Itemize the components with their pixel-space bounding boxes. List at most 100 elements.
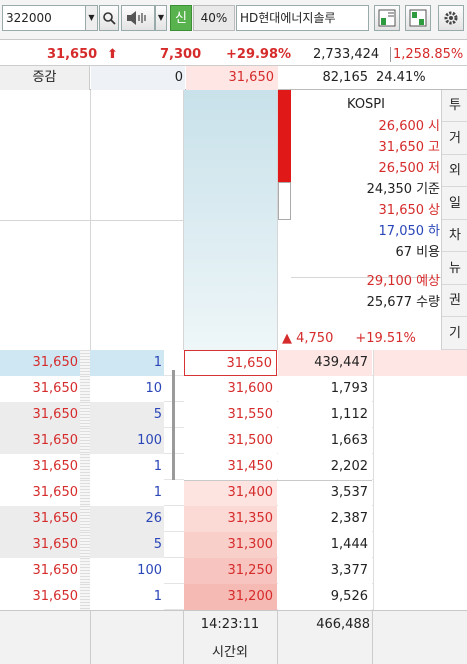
footer: 14:23:11 시간외 466,488 (0, 610, 467, 664)
scroll-strip (80, 376, 90, 402)
orderbook-row[interactable]: 31,650 1 31,650 439,447 (0, 350, 467, 376)
bid-extra-cell (373, 558, 467, 584)
bid-extra-cell (373, 428, 467, 454)
orderbook-row[interactable]: 31,650 100 31,250 3,377 (0, 558, 467, 584)
orderbook-row[interactable]: 31,650 5 31,300 1,444 (0, 532, 467, 558)
bid-quantity: 1,444 (278, 532, 372, 558)
trade-price: 31,650 (0, 480, 80, 506)
bid-price[interactable]: 31,350 (184, 506, 277, 532)
total-bid-volume: 466,488 (316, 617, 370, 632)
bid-quantity: 2,387 (278, 506, 372, 532)
orderbook-row[interactable]: 31,650 1 31,400 3,537 (0, 480, 467, 506)
trade-price: 31,650 (0, 428, 80, 454)
info-row: 26,500 저 (379, 158, 440, 180)
side-tab-4[interactable]: 차 (442, 220, 467, 252)
trade-quantity: 5 (90, 532, 164, 558)
scroll-strip (80, 350, 90, 376)
market-label: KOSPI (347, 97, 385, 112)
gear-icon[interactable] (438, 5, 464, 31)
trade-quantity: 1 (90, 480, 164, 506)
session-button[interactable]: 시간외 (184, 641, 276, 660)
trade-quantity: 26 (90, 506, 164, 532)
orderbook-row[interactable]: 31,650 5 31,550 1,112 (0, 402, 467, 428)
price-change: 7,300 (160, 47, 202, 62)
bid-price[interactable]: 31,400 (184, 480, 277, 506)
expected-change-percent: +19.51% (355, 331, 416, 346)
trade-quantity: 1 (90, 584, 164, 610)
trade-quantity: 100 (90, 558, 164, 584)
search-icon[interactable] (99, 5, 119, 31)
info-label: 고 (428, 140, 440, 155)
new-listing-badge[interactable]: 신 (170, 5, 192, 31)
bid-price[interactable]: 31,200 (184, 584, 277, 610)
side-tab-bar: 투거외일차뉴권기 (441, 90, 467, 350)
side-tab-7[interactable]: 기 (442, 318, 467, 350)
bid-quantity: 9,526 (278, 584, 372, 610)
info-value: 31,650 (378, 203, 425, 218)
orderbook-row[interactable]: 31,650 26 31,350 2,387 (0, 506, 467, 532)
info-label: 상 (428, 203, 440, 218)
info-value: 29,100 (366, 274, 413, 289)
side-tab-0[interactable]: 투 (442, 90, 467, 122)
info-label: 예상 (416, 274, 440, 289)
info-row: 31,650 상 (379, 200, 440, 222)
chart-icon[interactable] (374, 5, 400, 31)
sound-dropdown-button[interactable]: ▼ (155, 5, 167, 31)
row2-percent: 24.41% (376, 70, 426, 85)
orderbook-scrollbar[interactable] (172, 370, 175, 480)
expected-change-row: ▲ 4,750 +19.51% (282, 328, 416, 350)
bid-extra-cell (373, 532, 467, 558)
layout-icon[interactable] (405, 5, 431, 31)
bid-extra-cell (373, 350, 467, 376)
bid-divider (184, 480, 372, 481)
info-row: 26,600 시 (379, 116, 440, 138)
side-tab-1[interactable]: 거 (442, 123, 467, 155)
bid-extra-cell (373, 480, 467, 506)
bid-price[interactable]: 31,250 (184, 558, 277, 584)
row2-volume: 82,165 (322, 70, 369, 85)
side-tab-6[interactable]: 권 (442, 285, 467, 317)
trade-quantity: 1 (90, 350, 164, 376)
toolbar: 322000 ▼ ▼ 신 40% HD현대에너지솔루 (0, 0, 467, 40)
stock-name-field[interactable]: HD현대에너지솔루 (236, 5, 369, 31)
side-tab-3[interactable]: 일 (442, 188, 467, 220)
bid-quantity: 1,793 (278, 376, 372, 402)
stock-code-input[interactable]: 322000 (2, 5, 86, 31)
bid-price[interactable]: 31,600 (184, 376, 277, 402)
bid-price[interactable]: 31,500 (184, 428, 277, 454)
current-price: 31,650 (47, 47, 98, 62)
info-value: 26,600 (378, 119, 425, 134)
sound-icon[interactable] (121, 5, 155, 31)
orderbook-row[interactable]: 31,650 1 31,450 2,202 (0, 454, 467, 480)
info-row: 67 비용 (396, 242, 440, 264)
volume-ratio: 1,258.85% (390, 47, 463, 62)
trade-price: 31,650 (0, 402, 80, 428)
bid-price[interactable]: 31,650 (184, 350, 277, 376)
side-tab-5[interactable]: 뉴 (442, 253, 467, 285)
orderbook-row[interactable]: 31,650 1 31,200 9,526 (0, 584, 467, 610)
orderbook-row[interactable]: 31,650 100 31,500 1,663 (0, 428, 467, 454)
info-row: 31,650 고 (379, 137, 440, 159)
orderbook-row[interactable]: 31,650 10 31,600 1,793 (0, 376, 467, 402)
bid-price[interactable]: 31,450 (184, 454, 277, 480)
bid-price[interactable]: 31,300 (184, 532, 277, 558)
scroll-strip (80, 428, 90, 454)
info-row: 25,677 수량 (367, 292, 440, 314)
code-dropdown-button[interactable]: ▼ (86, 5, 98, 31)
trade-price: 31,650 (0, 454, 80, 480)
info-value: 67 (395, 245, 413, 260)
scroll-strip (80, 584, 90, 610)
price-summary-bar: 31,650 ⬆ 7,300 +29.98% 2,733,424 1,258.8… (0, 44, 467, 66)
expected-change: ▲ 4,750 (282, 331, 334, 346)
change-value: 0 (91, 66, 185, 90)
info-label: 하 (428, 224, 440, 239)
side-tab-2[interactable]: 외 (442, 155, 467, 187)
trade-quantity: 10 (90, 376, 164, 402)
bid-extra-cell (373, 454, 467, 480)
trade-volume: 2,733,424 (313, 47, 380, 62)
trade-quantity: 5 (90, 402, 164, 428)
scroll-strip (80, 532, 90, 558)
info-label: 저 (428, 161, 440, 176)
bid-price[interactable]: 31,550 (184, 402, 277, 428)
bid-quantity: 3,377 (278, 558, 372, 584)
